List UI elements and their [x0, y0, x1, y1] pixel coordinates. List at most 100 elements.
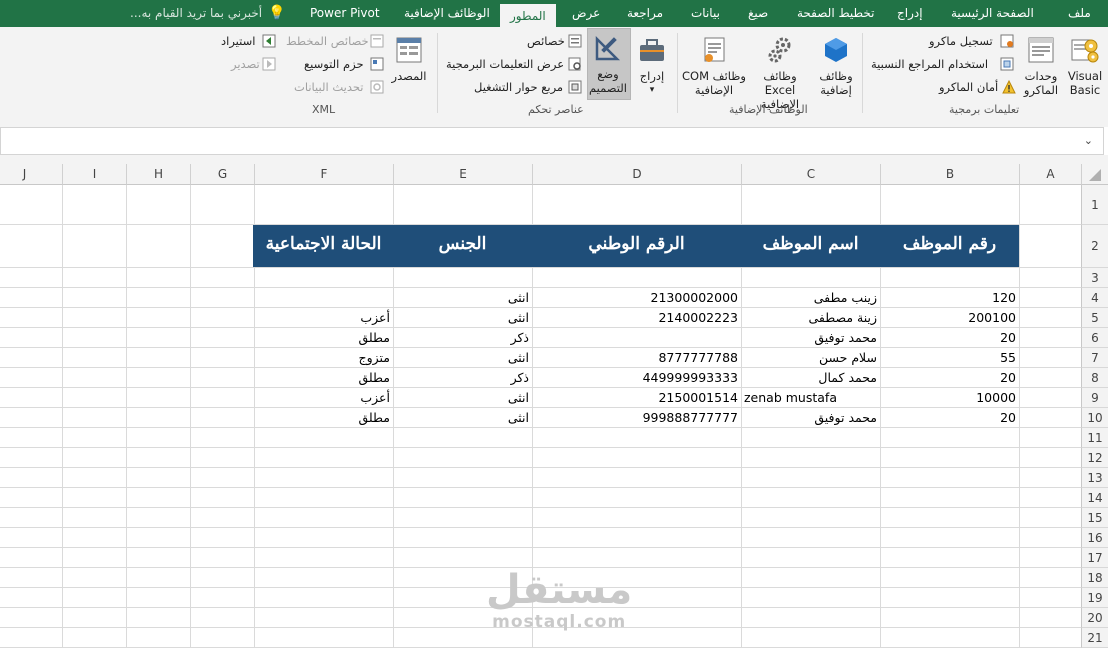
expansion-packs-label: حزم التوسيع	[304, 57, 364, 71]
tab-developer[interactable]: المطور	[500, 2, 556, 29]
row-header-16[interactable]: 16	[1081, 528, 1108, 548]
row-header-20[interactable]: 20	[1081, 608, 1108, 628]
cell-national-id[interactable]: 21300002000	[532, 288, 738, 308]
column-header-e[interactable]: E	[393, 164, 532, 185]
column-header-i[interactable]: I	[62, 164, 126, 185]
header-marital-status[interactable]: الحالة الاجتماعية	[254, 225, 393, 267]
cell-marital-status[interactable]: أعزب	[254, 388, 390, 408]
cell-national-id[interactable]: 2150001514	[532, 388, 738, 408]
cell-employee-id[interactable]: 20	[880, 328, 1016, 348]
cell-employee-id[interactable]: 200100	[880, 308, 1016, 328]
cell-gender[interactable]: ذكر	[393, 328, 529, 348]
row-header-12[interactable]: 12	[1081, 448, 1108, 468]
formula-bar[interactable]: ⌄	[0, 127, 1104, 155]
column-header-j[interactable]: J	[0, 164, 62, 185]
tab-power-pivot[interactable]: Power Pivot	[310, 0, 380, 27]
design-mode-content[interactable]: وضع التصميم	[587, 33, 629, 95]
row-header-7[interactable]: 7	[1081, 348, 1108, 368]
cell-employee-name[interactable]: سلام حسن	[741, 348, 877, 368]
column-header-g[interactable]: G	[190, 164, 254, 185]
grid-line	[126, 185, 127, 648]
cell-gender[interactable]: انثى	[393, 388, 529, 408]
header-gender[interactable]: الجنس	[393, 225, 532, 267]
row-header-17[interactable]: 17	[1081, 548, 1108, 568]
row-header-8[interactable]: 8	[1081, 368, 1108, 388]
code-group-label: تعليمات برمجية	[949, 103, 1020, 116]
cell-employee-name[interactable]: زينة مصطفى	[741, 308, 878, 328]
tab-formulas[interactable]: صيغ	[748, 0, 768, 27]
cell-national-id[interactable]: 449999993333	[532, 368, 738, 388]
column-header-c[interactable]: C	[741, 164, 880, 185]
com-addins-button[interactable]: وظائف COM الإضافية	[682, 35, 746, 97]
header-employee-name[interactable]: اسم الموظف	[741, 225, 880, 267]
cell-employee-name[interactable]: محمد توفيق	[741, 328, 877, 348]
tab-file[interactable]: ملف	[1068, 0, 1091, 27]
cell-national-id[interactable]: 2140002223	[532, 308, 738, 328]
cell-marital-status[interactable]: أعزب	[254, 308, 390, 328]
tab-page-layout[interactable]: تخطيط الصفحة	[797, 0, 874, 27]
cell-national-id[interactable]: 8777777788	[532, 348, 738, 368]
tab-data[interactable]: بيانات	[691, 0, 720, 27]
row-header-13[interactable]: 13	[1081, 468, 1108, 488]
addins-button[interactable]: وظائف إضافية	[816, 35, 856, 97]
cell-gender[interactable]: انثى	[393, 308, 529, 328]
macros-button[interactable]: وحدات الماكرو	[1018, 35, 1064, 97]
cell-gender[interactable]: انثى	[393, 288, 529, 308]
row-header-3[interactable]: 3	[1081, 268, 1108, 288]
row-header-1[interactable]: 1	[1081, 185, 1108, 225]
cell-marital-status[interactable]: متزوج	[254, 348, 390, 368]
select-all-button[interactable]	[1081, 164, 1108, 185]
cell-employee-id[interactable]: 120	[880, 288, 1016, 308]
cell-marital-status[interactable]: مطلق	[254, 328, 390, 348]
row-header-14[interactable]: 14	[1081, 488, 1108, 508]
row-header-19[interactable]: 19	[1081, 588, 1108, 608]
tab-view[interactable]: عرض	[572, 0, 600, 27]
addins-group-label: الوظائف الإضافية	[729, 103, 808, 116]
cell-employee-id[interactable]: 55	[880, 348, 1016, 368]
row-header-5[interactable]: 5	[1081, 308, 1108, 328]
column-header-a[interactable]: A	[1019, 164, 1081, 185]
expand-formula-bar-icon[interactable]: ⌄	[1084, 134, 1093, 147]
row-header-15[interactable]: 15	[1081, 508, 1108, 528]
row-header-9[interactable]: 9	[1081, 388, 1108, 408]
cell-employee-name[interactable]: محمد كمال	[741, 368, 877, 388]
tab-addins[interactable]: الوظائف الإضافية	[404, 0, 490, 27]
column-header-d[interactable]: D	[532, 164, 741, 185]
cell-gender[interactable]: انثى	[393, 408, 529, 428]
cell-marital-status[interactable]: مطلق	[254, 368, 390, 388]
column-header-h[interactable]: H	[126, 164, 190, 185]
tab-home[interactable]: الصفحة الرئيسية	[951, 0, 1034, 27]
tell-me-search[interactable]: أخبرني بما تريد القيام به...	[130, 0, 262, 27]
cell-employee-id[interactable]: 20	[880, 368, 1016, 388]
row-header-10[interactable]: 10	[1081, 408, 1108, 428]
properties-icon	[568, 34, 582, 48]
cell-employee-name[interactable]: زينب مطفى	[741, 288, 877, 308]
cell-marital-status[interactable]	[254, 288, 390, 308]
tab-insert[interactable]: إدراج	[897, 0, 923, 27]
grid-line	[1019, 185, 1020, 648]
cell-national-id[interactable]: 999888777777	[532, 408, 738, 428]
header-employee-id[interactable]: رقم الموظف	[880, 225, 1019, 267]
cell-national-id[interactable]	[532, 328, 738, 348]
row-header-21[interactable]: 21	[1081, 628, 1108, 648]
cell-employee-id[interactable]: 10000	[880, 388, 1016, 408]
cell-gender[interactable]: انثى	[393, 348, 529, 368]
column-header-f[interactable]: F	[254, 164, 393, 185]
cell-employee-name[interactable]: محمد توفيق	[741, 408, 877, 428]
tab-review[interactable]: مراجعة	[627, 0, 663, 27]
cell-employee-name[interactable]: zenab mustafa	[744, 388, 880, 408]
column-header-b[interactable]: B	[880, 164, 1019, 185]
row-header-4[interactable]: 4	[1081, 288, 1108, 308]
cell-gender[interactable]: ذكر	[393, 368, 529, 388]
excel-addins-button[interactable]: وظائف Excel الإضافية	[748, 35, 812, 111]
cell-marital-status[interactable]: مطلق	[254, 408, 390, 428]
row-header-6[interactable]: 6	[1081, 328, 1108, 348]
row-header-2[interactable]: 2	[1081, 225, 1108, 268]
row-header-11[interactable]: 11	[1081, 428, 1108, 448]
visual-basic-button[interactable]: Visual Basic	[1066, 35, 1104, 97]
row-header-18[interactable]: 18	[1081, 568, 1108, 588]
source-button[interactable]: المصدر	[389, 35, 429, 83]
cell-employee-id[interactable]: 20	[880, 408, 1016, 428]
insert-control-button[interactable]: إدراج ▾	[634, 35, 670, 97]
header-national-id[interactable]: الرقم الوطني	[532, 225, 741, 267]
